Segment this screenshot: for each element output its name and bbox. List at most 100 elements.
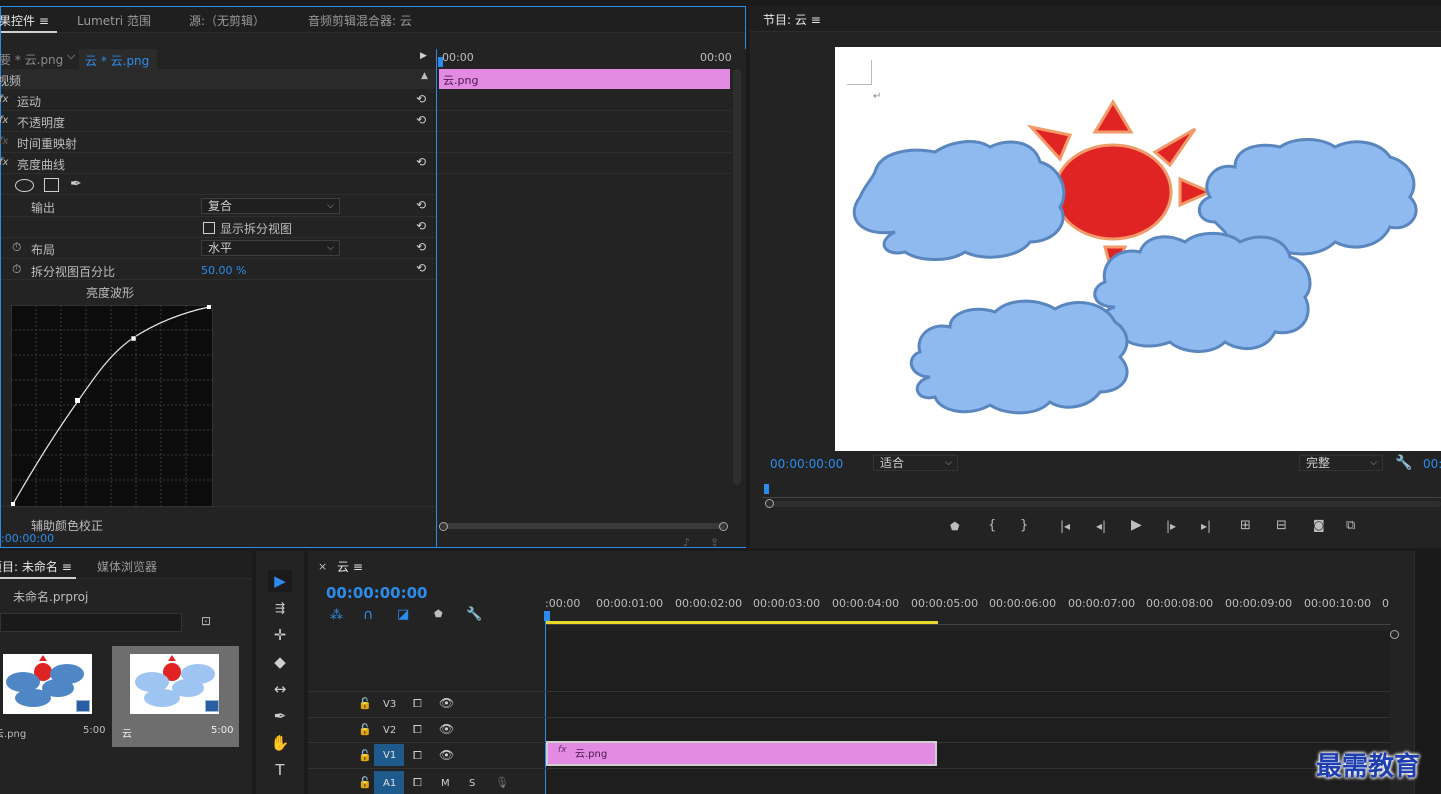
go-to-in-icon[interactable]: |◂ — [1060, 519, 1070, 533]
new-bin-icon[interactable]: ⊡ — [201, 614, 211, 628]
curve-point[interactable] — [75, 398, 80, 403]
hand-tool-icon[interactable]: ✋ — [268, 732, 292, 754]
collapse-up-icon[interactable]: ▲ — [421, 71, 428, 81]
track-label-v3[interactable]: V3 — [383, 699, 396, 710]
wrench-icon[interactable]: 🔧 — [1395, 455, 1412, 471]
sequence-clip-tab[interactable]: 云 * 云.png — [79, 49, 157, 69]
mark-out-icon[interactable]: } — [1020, 518, 1028, 533]
program-playhead[interactable] — [764, 484, 769, 494]
project-search-input[interactable] — [0, 613, 182, 632]
lift-icon[interactable]: ⊞ — [1240, 518, 1251, 533]
sync-lock-icon[interactable]: ⧠ — [413, 697, 422, 711]
audio-note-icon[interactable]: ♪ — [683, 536, 690, 549]
lock-icon[interactable]: 🔓 — [358, 776, 372, 789]
play-icon[interactable]: ▶ — [1131, 517, 1142, 533]
scroll-handle-left[interactable] — [439, 522, 448, 531]
track-label-v1[interactable]: V1 — [383, 750, 396, 761]
rectangle-mask-icon[interactable] — [44, 178, 59, 192]
reset-icon[interactable]: ⟲ — [416, 199, 428, 211]
reset-icon[interactable]: ⟲ — [416, 220, 428, 232]
stopwatch-icon[interactable]: ⏱ — [12, 240, 21, 255]
program-scrollbar[interactable] — [766, 501, 1441, 507]
timeline-timecode[interactable]: 00:00:00:00 — [326, 584, 428, 602]
program-scrub-ruler[interactable] — [762, 486, 1441, 498]
mini-scrollbar-h[interactable] — [441, 523, 726, 529]
lock-icon[interactable]: 🔓 — [358, 697, 372, 710]
tab-audio-mixer[interactable]: 音频剪辑混合器: 云 — [308, 12, 412, 29]
camera-icon[interactable]: ◙ — [1313, 518, 1325, 532]
luma-curve-graph[interactable] — [11, 305, 213, 507]
scroll-handle-top[interactable] — [1390, 630, 1399, 639]
export-icon[interactable]: ⇪ — [710, 536, 719, 549]
ellipse-mask-icon[interactable] — [15, 179, 34, 192]
mini-clip[interactable]: 云.png — [439, 69, 730, 89]
mini-scrollbar-v[interactable] — [733, 69, 741, 485]
split-view-checkbox[interactable] — [203, 222, 215, 234]
quality-dropdown[interactable]: 完整 ⌵ — [1299, 455, 1383, 471]
microphone-icon[interactable]: 🎙 — [495, 776, 509, 789]
reset-icon[interactable]: ⟲ — [416, 156, 428, 168]
project-item-png[interactable]: 云.png 5:00 — [0, 646, 108, 746]
timeline-clip-v1[interactable]: fx 云.png — [546, 741, 937, 766]
mark-in-icon[interactable]: { — [988, 518, 996, 533]
sync-lock-icon[interactable]: ⧠ — [413, 723, 422, 737]
effect-timecode[interactable]: 00:00:00:00 — [0, 532, 54, 545]
step-back-icon[interactable]: ◂| — [1096, 519, 1106, 533]
go-to-out-icon[interactable]: ▸| — [1201, 519, 1211, 533]
tab-program[interactable]: 节目: 云 ≡ — [763, 11, 821, 28]
tab-source[interactable]: 源:（无剪辑） — [189, 12, 265, 29]
split-percent-value[interactable]: 50.00 % — [201, 264, 246, 277]
project-item-sequence[interactable]: 云 5:00 — [112, 646, 239, 747]
slip-tool-icon[interactable]: ↔ — [268, 678, 292, 700]
sync-lock-icon[interactable]: ⧠ — [413, 776, 422, 790]
fx-motion[interactable]: 运动 — [17, 93, 41, 110]
mini-playhead[interactable] — [438, 57, 443, 67]
lock-icon[interactable]: 🔓 — [358, 723, 372, 736]
close-icon[interactable]: × — [318, 560, 327, 573]
step-forward-icon[interactable]: |▸ — [1166, 519, 1176, 533]
play-triangle-icon[interactable]: ▶ — [420, 51, 427, 61]
curve-point[interactable] — [130, 335, 137, 342]
master-clip-label[interactable]: 主要 * 云.png — [0, 51, 63, 68]
layout-dropdown[interactable]: 水平 ⌵ — [201, 240, 340, 256]
tab-effect-controls[interactable]: 效果控件 ≡ — [0, 12, 49, 29]
sync-lock-icon[interactable]: ⧠ — [413, 749, 422, 763]
solo-button[interactable]: S — [469, 778, 475, 789]
marker-icon[interactable]: ⬟ — [434, 609, 443, 620]
add-marker-icon[interactable]: ⬟ — [950, 520, 960, 533]
eye-icon[interactable]: 👁 — [439, 722, 454, 736]
tab-lumetri-scopes[interactable]: Lumetri 范围 — [77, 12, 151, 29]
pen-mask-icon[interactable]: ✒ — [70, 176, 82, 192]
track-label-a1[interactable]: A1 — [383, 778, 396, 789]
eye-icon[interactable]: 👁 — [439, 748, 454, 762]
linked-selection-icon[interactable]: ◪ — [397, 607, 409, 622]
track-label-v2[interactable]: V2 — [383, 725, 396, 736]
compare-icon[interactable]: ⧉ — [1346, 518, 1355, 533]
program-timecode[interactable]: 00:00:00:00 — [770, 457, 843, 471]
fx-luma-curve[interactable]: 亮度曲线 — [17, 156, 65, 173]
track-select-tool-icon[interactable]: ⇶ — [268, 597, 292, 619]
pen-tool-icon[interactable]: ✒ — [268, 705, 292, 727]
tab-media-browser[interactable]: 媒体浏览器 — [97, 558, 157, 575]
scroll-handle-left[interactable] — [765, 499, 774, 508]
ripple-edit-tool-icon[interactable]: ✛ — [268, 624, 292, 646]
selection-tool-icon[interactable]: ▶ — [268, 570, 292, 592]
fx-time-remap[interactable]: 时间重映射 — [17, 135, 77, 152]
tab-sequence[interactable]: 云 ≡ — [337, 558, 363, 575]
fx-opacity[interactable]: 不透明度 — [17, 114, 65, 131]
program-viewer[interactable]: ↵ — [835, 47, 1441, 451]
stopwatch-icon[interactable]: ⏱ — [12, 262, 21, 277]
tab-project[interactable]: 项目: 未命名 ≡ — [0, 558, 72, 575]
eye-icon[interactable]: 👁 — [439, 696, 454, 710]
reset-icon[interactable]: ⟲ — [416, 93, 428, 105]
scroll-handle-right[interactable] — [719, 522, 728, 531]
output-dropdown[interactable]: 复合 ⌵ — [201, 198, 340, 214]
fit-dropdown[interactable]: 适合 ⌵ — [873, 455, 958, 471]
mute-button[interactable]: M — [441, 778, 450, 789]
razor-tool-icon[interactable]: ◆ — [268, 651, 292, 673]
reset-icon[interactable]: ⟲ — [416, 241, 428, 253]
extract-icon[interactable]: ⊟ — [1276, 518, 1287, 533]
curve-point[interactable] — [11, 502, 15, 506]
settings-wrench-icon[interactable]: 🔧 — [466, 607, 482, 622]
reset-icon[interactable]: ⟲ — [416, 114, 428, 126]
